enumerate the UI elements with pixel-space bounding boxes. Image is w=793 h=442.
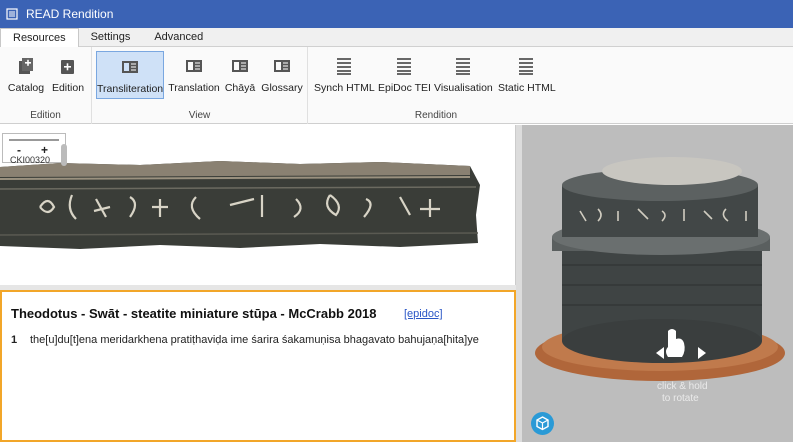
- group-edition: Catalog Edition Edition: [0, 47, 92, 124]
- epidoc-tei-label: EpiDoc TEI: [378, 82, 431, 94]
- catalog-button[interactable]: Catalog: [6, 51, 46, 99]
- static-html-label: Static HTML: [498, 82, 556, 94]
- ribbon-tabs: Resources Settings Advanced: [0, 28, 793, 48]
- visualisation-label: Visualisation: [434, 82, 493, 94]
- title-bar: READ Rendition: [0, 0, 793, 28]
- catalog-label: Catalog: [7, 82, 45, 94]
- app-icon: [6, 8, 18, 20]
- group-view: Transliteration Translation Chāyā Glossa…: [92, 47, 308, 124]
- lines-icon: [456, 58, 470, 75]
- group-rendition: Synch HTML EpiDoc TEI Visualisation Stat…: [308, 47, 564, 124]
- document-title: Theodotus - Swāt - steatite miniature st…: [11, 306, 377, 321]
- window-title: READ Rendition: [26, 7, 114, 21]
- document-pane: Theodotus - Swāt - steatite miniature st…: [0, 290, 516, 442]
- edition-label: Edition: [51, 82, 85, 94]
- ribbon: Catalog Edition Edition Transliteration …: [0, 47, 793, 124]
- transliteration-label: Transliteration: [97, 83, 164, 95]
- chaya-button[interactable]: Chāyā: [224, 51, 256, 99]
- tab-advanced[interactable]: Advanced: [142, 28, 215, 47]
- cube-icon: [536, 416, 549, 431]
- visualisation-button[interactable]: Visualisation: [434, 51, 493, 99]
- glossary-label: Glossary: [261, 82, 303, 94]
- stupa-model-image: [535, 157, 785, 381]
- synch-html-button[interactable]: Synch HTML: [314, 51, 375, 99]
- static-html-button[interactable]: Static HTML: [498, 51, 556, 99]
- synch-html-label: Synch HTML: [314, 82, 375, 94]
- transliteration-button[interactable]: Transliteration: [96, 51, 164, 99]
- group-label-rendition: Rendition: [414, 110, 458, 121]
- cube-view-button[interactable]: [531, 412, 554, 435]
- group-label-view: View: [188, 110, 211, 121]
- lines-icon: [519, 58, 533, 75]
- tab-settings[interactable]: Settings: [79, 28, 143, 47]
- image-id-label: CKI00320: [10, 155, 51, 165]
- catalog-add-icon: [19, 58, 33, 74]
- zoom-scrollbar[interactable]: [61, 144, 67, 166]
- model-viewer[interactable]: click & hold to rotate: [522, 125, 793, 442]
- book-icon: [232, 60, 248, 72]
- rotate-hint-line2: to rotate: [662, 393, 699, 404]
- chaya-label: Chāyā: [224, 82, 256, 94]
- glossary-button[interactable]: Glossary: [260, 51, 304, 99]
- edition-button[interactable]: Edition: [50, 51, 86, 99]
- line-number: 1: [11, 334, 18, 346]
- transliteration-line: the[u]du[t]ena meridarkhena pratiṭhaviḍa…: [30, 334, 479, 346]
- group-label-edition: Edition: [30, 110, 61, 121]
- translation-button[interactable]: Translation: [168, 51, 220, 99]
- inscription-image: [0, 161, 480, 249]
- translation-label: Translation: [168, 82, 220, 94]
- tab-resources[interactable]: Resources: [0, 28, 79, 48]
- epidoc-tei-button[interactable]: EpiDoc TEI: [378, 51, 431, 99]
- lines-icon: [337, 58, 351, 75]
- lines-icon: [397, 58, 411, 75]
- rotate-hint-line1: click & hold: [657, 381, 708, 392]
- epidoc-link[interactable]: [epidoc]: [404, 308, 443, 320]
- book-icon: [186, 60, 202, 72]
- zoom-track[interactable]: [9, 139, 59, 141]
- book-icon: [122, 61, 138, 73]
- book-icon: [274, 60, 290, 72]
- edition-add-icon: [61, 60, 74, 74]
- image-viewer[interactable]: - + CKI00320: [0, 125, 516, 285]
